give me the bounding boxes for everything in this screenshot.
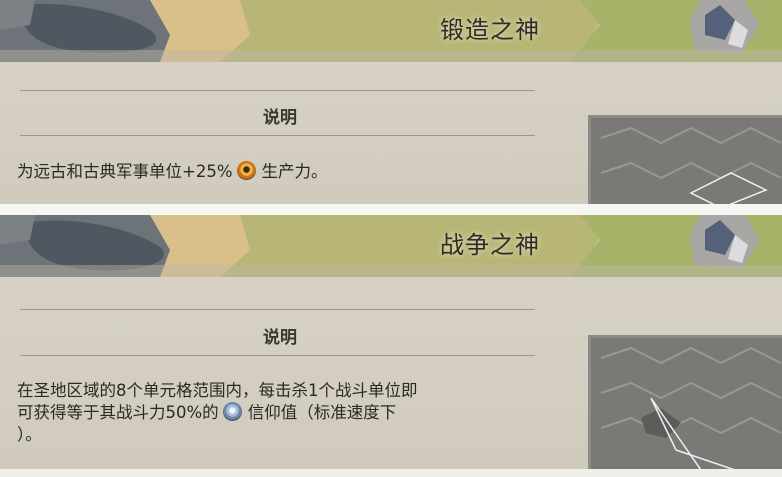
minimap-grid: [591, 118, 782, 204]
description-text-2: 可获得等于其战斗力50%的: [17, 403, 219, 422]
top-divider: [20, 309, 535, 310]
card-separator: [0, 204, 782, 215]
top-divider: [20, 90, 535, 91]
header-divider: [20, 355, 535, 356]
minimap[interactable]: [588, 115, 782, 204]
card-title: 战争之神: [440, 231, 540, 259]
pantheon-card-god-of-the-forge[interactable]: 锻造之神 说明 为远古和古典军事单位+25% 生产力。: [0, 0, 782, 204]
production-icon: [236, 161, 256, 180]
faith-icon: [222, 402, 242, 421]
card-title: 锻造之神: [440, 16, 540, 44]
card-description: 在圣地区域的8个单元格范围内，每击杀1个战斗单位即 可获得等于其战斗力50%的 信…: [17, 380, 577, 446]
minimap[interactable]: [588, 335, 782, 469]
section-header: 说明: [263, 328, 297, 348]
description-line-3: ）。: [17, 425, 42, 444]
pantheon-card-god-of-war[interactable]: 战争之神 说明 在圣地区域的8个单元格范围内，每击杀1个战斗单位即 可获得等于其…: [0, 215, 782, 469]
section-header: 说明: [263, 108, 297, 128]
card-description: 为远古和古典军事单位+25% 生产力。: [17, 161, 577, 183]
description-line-2: 可获得等于其战斗力50%的 信仰值（标准速度下: [17, 402, 577, 424]
header-divider: [20, 135, 535, 136]
description-text-1: 为远古和古典军事单位+25%: [17, 162, 233, 181]
minimap-grid: [591, 338, 782, 469]
card-separator: [0, 469, 782, 477]
description-text-3: 信仰值（标准速度下: [247, 403, 397, 422]
description-line-1: 在圣地区域的8个单元格范围内，每击杀1个战斗单位即: [17, 381, 418, 400]
description-text-2: 生产力。: [261, 162, 328, 181]
